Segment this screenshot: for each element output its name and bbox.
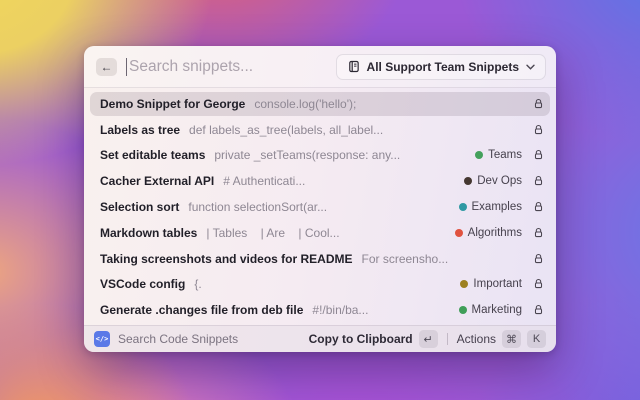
tag-label: Teams (488, 149, 522, 162)
list-item[interactable]: Demo Snippet for George console.log('hel… (84, 91, 556, 117)
filter-dropdown-label: All Support Team Snippets (366, 59, 519, 74)
lock-icon (533, 278, 544, 290)
desktop-background: { "search": { "back_icon": "←", "placeho… (0, 0, 640, 400)
snippet-preview: private _setTeams(response: any... (214, 148, 401, 163)
lock-icon (533, 175, 544, 187)
enter-key-badge: ↵ (418, 330, 438, 348)
snippet-title: Generate .changes file from deb file (100, 303, 304, 318)
tag-color-dot (475, 151, 484, 160)
snippet-preview: | Tables | Are | Cool... (206, 225, 340, 240)
back-button[interactable]: ← (96, 57, 117, 76)
snippet-title: VSCode config (100, 277, 186, 292)
lock-icon (533, 227, 544, 239)
snippet-preview: def labels_as_tree(labels, all_label... (189, 122, 384, 137)
label-tag: Teams (475, 149, 522, 161)
snippet-preview: function selectionSort(ar... (188, 200, 328, 215)
notebook-icon (347, 60, 360, 73)
tag-color-dot (454, 228, 463, 237)
status-bar: </> Search Code Snippets Copy to Clipboa… (84, 325, 556, 352)
snippet-title: Markdown tables (100, 225, 198, 240)
snippet-preview: console.log('hello'); (254, 96, 357, 111)
tag-label: Marketing (471, 304, 523, 317)
actions-menu-button[interactable]: Actions (457, 332, 496, 346)
snippet-preview: #!/bin/ba... (312, 303, 369, 318)
lock-icon (533, 98, 544, 110)
list-item[interactable]: Set editable teams private _setTeams(res… (84, 143, 556, 169)
back-arrow-icon: ← (100, 59, 113, 74)
lock-icon (533, 253, 544, 265)
snippet-title: Taking screenshots and videos for README (100, 251, 353, 266)
tag-color-dot (464, 177, 473, 186)
label-tag: Marketing (458, 304, 523, 317)
tag-label: Important (473, 278, 522, 291)
list-item[interactable]: VSCode config {. Important (84, 271, 556, 297)
copy-to-clipboard-action[interactable]: Copy to Clipboard (309, 332, 413, 346)
filter-dropdown[interactable]: All Support Team Snippets (335, 53, 546, 80)
snippet-title: Cacher External API (100, 174, 215, 189)
snippet-title: Selection sort (100, 200, 180, 215)
code-snippets-app-icon: </> (94, 331, 110, 347)
tag-color-dot (460, 280, 469, 289)
lock-icon (533, 124, 544, 136)
snippet-title: Labels as tree (100, 122, 181, 137)
snippet-list: Demo Snippet for George console.log('hel… (84, 88, 556, 325)
list-item[interactable]: Generate .changes file from deb file #!/… (84, 297, 556, 323)
list-item[interactable]: Labels as tree def labels_as_tree(labels… (84, 117, 556, 143)
footer-divider (446, 333, 448, 345)
list-item[interactable]: Taking screenshots and videos for README… (84, 246, 556, 272)
label-tag: Algorithms (454, 226, 522, 239)
lock-icon (533, 304, 544, 316)
label-tag: Examples (458, 201, 523, 214)
snippet-preview: # Authenticati... (223, 174, 306, 189)
text-caret (126, 57, 127, 76)
snippet-preview: For screensho... (361, 251, 449, 266)
k-key-badge: K (527, 330, 546, 348)
list-item[interactable]: Selection sort function selectionSort(ar… (84, 194, 556, 220)
list-item[interactable]: Cacher External API # Authenticati... De… (84, 168, 556, 194)
tag-color-dot (458, 203, 467, 212)
snippet-title: Set editable teams (100, 148, 206, 163)
lock-icon (533, 149, 544, 161)
tag-label: Dev Ops (477, 175, 522, 188)
search-input[interactable] (129, 57, 336, 76)
chevron-down-icon (526, 64, 535, 70)
tag-label: Examples (471, 201, 523, 214)
list-item[interactable]: Markdown tables | Tables | Are | Cool...… (84, 220, 556, 246)
label-tag: Dev Ops (464, 175, 522, 187)
snippet-search-window: ← All Support Team Snippets Demo Snippet… (84, 46, 556, 352)
tag-label: Algorithms (467, 226, 522, 239)
cmd-key-badge: ⌘ (502, 330, 521, 348)
tag-color-dot (458, 306, 467, 315)
lock-icon (533, 201, 544, 213)
search-bar: ← All Support Team Snippets (84, 46, 556, 88)
app-name: Search Code Snippets (118, 332, 239, 346)
snippet-preview: {. (194, 277, 202, 292)
label-tag: Important (460, 278, 522, 290)
snippet-title: Demo Snippet for George (100, 96, 246, 111)
